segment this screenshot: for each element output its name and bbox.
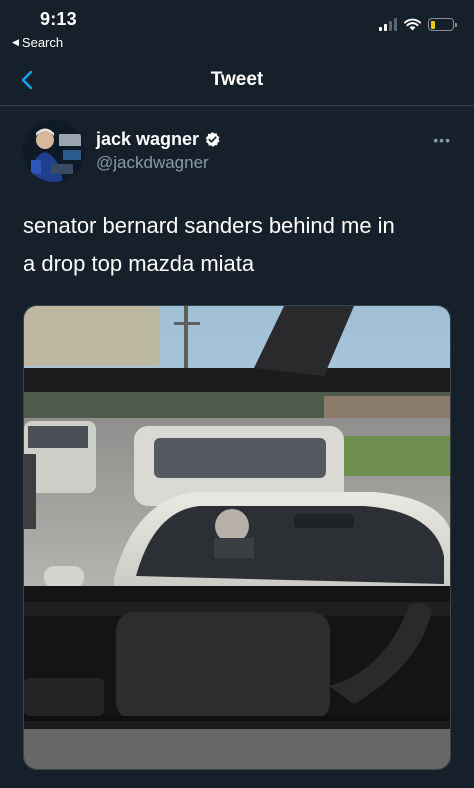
back-triangle-icon: ◀	[12, 37, 19, 47]
status-time: 9:13	[40, 9, 77, 29]
status-icons	[379, 18, 457, 31]
ellipsis-icon[interactable]: •••	[433, 132, 451, 148]
cellular-signal-icon	[379, 18, 397, 31]
wifi-icon	[404, 18, 421, 31]
author-name[interactable]: jack wagner	[96, 129, 199, 150]
nav-bar: Tweet	[0, 56, 474, 106]
tweet-author: jack wagner @jackdwagner •••	[23, 120, 453, 182]
tweet-text-line-2: a drop top mazda miata	[23, 251, 255, 276]
tweet-text: senator bernard sanders behind me in a d…	[23, 207, 453, 283]
back-to-app-label: Search	[21, 35, 64, 50]
battery-fill	[430, 20, 436, 29]
page-title: Tweet	[210, 69, 264, 90]
verified-badge-icon	[205, 132, 220, 147]
tweet-photo[interactable]	[23, 305, 451, 770]
battery-icon	[428, 18, 457, 31]
author-handle[interactable]: @jackdwagner	[96, 153, 209, 173]
avatar[interactable]	[23, 120, 85, 182]
back-to-app-link[interactable]: ◀ Search	[12, 35, 63, 50]
author-name-row: jack wagner	[96, 129, 221, 150]
status-bar: 9:13 ◀ Search	[0, 0, 474, 56]
tweet-text-line-1: senator bernard sanders behind me in	[23, 213, 395, 238]
